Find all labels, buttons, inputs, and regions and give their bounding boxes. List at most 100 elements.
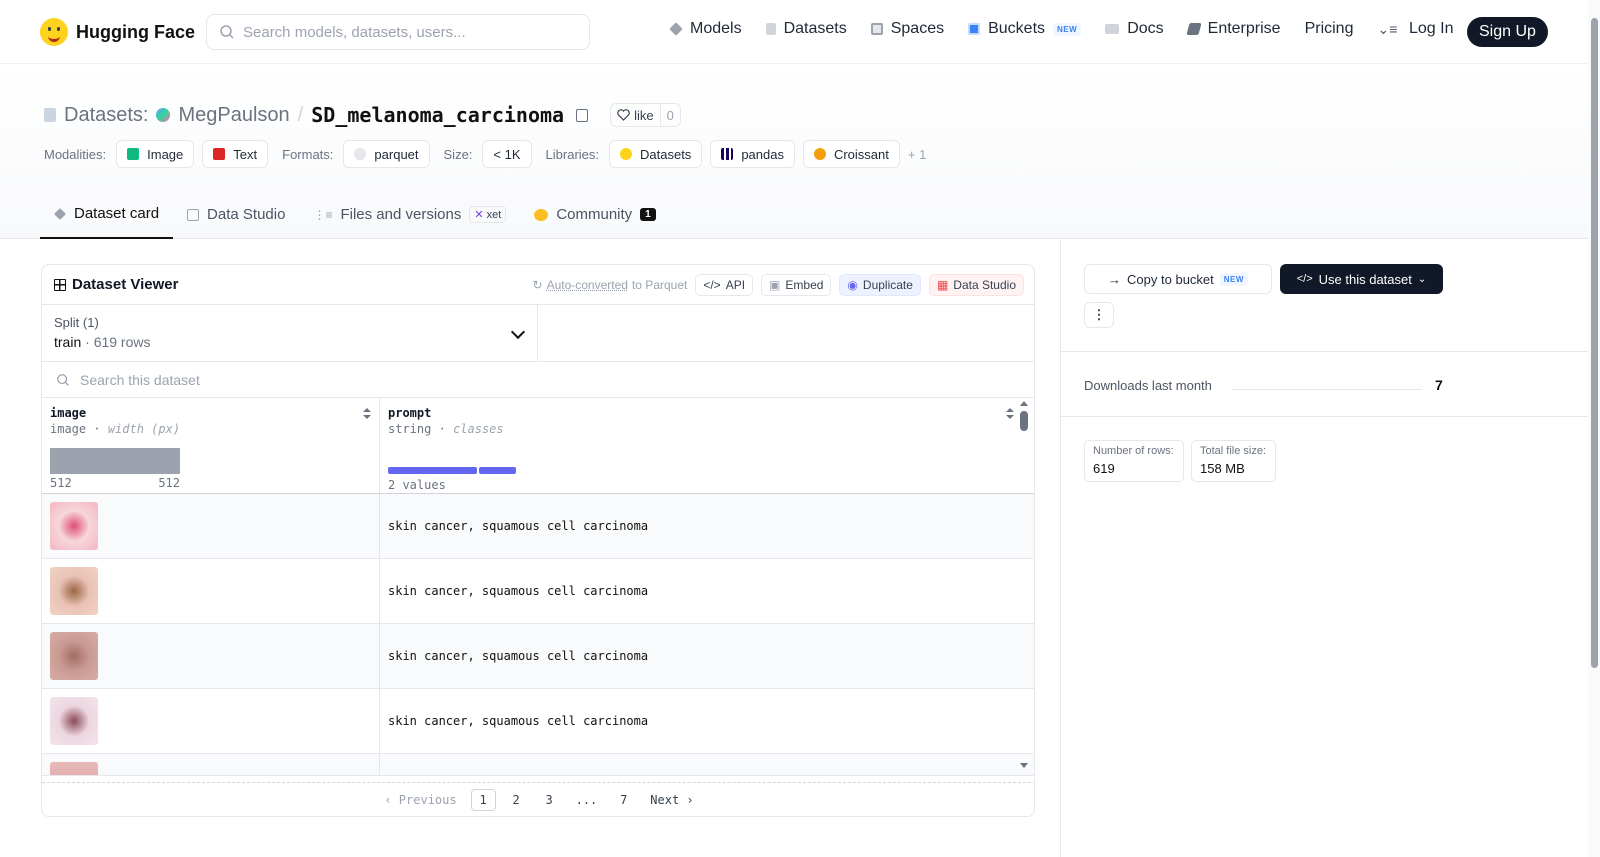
tab-community[interactable]: Community 1 [520,190,669,239]
dataset-search [42,362,1034,398]
copy-icon[interactable] [576,108,589,122]
class-distribution-bars [388,467,516,474]
like-label: like [634,107,654,123]
nav-buckets-link[interactable]: Buckets NEW [968,20,1082,38]
nav-models-link[interactable]: Models [669,20,742,38]
column-header-prompt[interactable]: prompt string · classes 2 values [380,398,1022,493]
tab-files-and-versions[interactable]: ⋮≡ Files and versions ✕ xet [299,190,520,239]
skin-lesion-thumbnail[interactable] [50,502,98,550]
login-link[interactable]: Log In [1409,20,1453,38]
prompt-cell[interactable] [380,754,1022,775]
prompt-cell[interactable]: skin cancer, squamous cell carcinoma [380,559,1022,623]
more-options-button[interactable]: ⋮ [1084,302,1114,328]
home-logo-link[interactable]: Hugging Face [40,18,195,46]
sort-icon[interactable] [1006,408,1014,420]
code-icon: </> [1296,273,1313,285]
prompt-cell[interactable]: skin cancer, squamous cell carcinoma [380,689,1022,753]
skin-lesion-thumbnail[interactable] [50,762,98,775]
scroll-up-arrow-icon[interactable] [1020,401,1028,406]
width-histogram-bar[interactable] [50,448,180,474]
skin-lesion-thumbnail[interactable] [50,697,98,745]
cube-icon [54,207,66,220]
skin-lesion-thumbnail[interactable] [50,632,98,680]
nav-spaces-label: Spaces [890,20,945,37]
table-row[interactable] [42,754,1034,776]
signup-button[interactable]: Sign Up [1467,17,1548,47]
duplicate-button[interactable]: ◉ Duplicate [839,273,921,296]
page-7-button[interactable]: 7 [611,789,636,811]
viewer-title: Dataset Viewer [54,276,178,293]
nav-enterprise-label: Enterprise [1207,20,1281,37]
previous-page-button[interactable]: ‹ Previous [378,789,462,811]
global-search-input[interactable] [243,23,573,41]
page-scrollbar-thumb[interactable] [1591,18,1598,668]
like-button[interactable]: like [611,104,661,126]
tag-library-croissant[interactable]: Croissant [802,140,900,168]
table-row[interactable]: skin cancer, squamous cell carcinoma [42,624,1034,689]
prompt-cell[interactable]: skin cancer, squamous cell carcinoma [380,494,1022,558]
image-cell[interactable] [42,624,380,688]
dataset-name-link[interactable]: SD_melanoma_carcinoma [311,103,564,127]
tag-format-parquet[interactable]: parquet [343,140,430,168]
owner-link[interactable]: MegPaulson [178,104,289,127]
skin-lesion-thumbnail[interactable] [50,567,98,615]
sort-icon[interactable] [363,408,371,420]
class-bar-2[interactable] [479,467,516,474]
prompt-text: skin cancer, squamous cell carcinoma [388,714,649,728]
table-icon [187,208,200,221]
tag-size[interactable]: < 1K [482,140,532,168]
search-icon [220,25,234,39]
table-row[interactable]: skin cancer, squamous cell carcinoma [42,494,1034,559]
table-row[interactable]: skin cancer, squamous cell carcinoma [42,689,1034,754]
tag-modality-text[interactable]: Text [202,140,269,168]
api-button[interactable]: </> API [695,273,754,296]
nav-enterprise-link[interactable]: Enterprise [1186,20,1281,38]
nav-spaces-link[interactable]: Spaces [870,20,945,38]
dataset-search-input[interactable] [80,371,480,388]
more-libraries-link[interactable]: + 1 [908,147,926,162]
path-separator: / [297,103,304,126]
hugging-face-logo-icon [40,18,68,46]
histogram-range: 512 512 [50,476,180,490]
next-page-button[interactable]: Next › [644,789,699,811]
image-cell[interactable] [42,559,380,623]
like-count[interactable]: 0 [661,108,680,123]
tag-library-pandas[interactable]: pandas [710,140,795,168]
data-studio-icon: ▦ [936,277,949,292]
image-cell[interactable] [42,689,380,753]
table-body: skin cancer, squamous cell carcinoma skin… [42,494,1034,776]
tag-library-datasets[interactable]: Datasets [609,140,703,168]
tab-data-studio[interactable]: Data Studio [173,190,299,239]
new-badge: NEW [1053,22,1082,36]
use-this-dataset-button[interactable]: </> Use this dataset ⌄ [1280,264,1443,294]
sidebar-separator [1061,416,1588,417]
tab-dataset-card[interactable]: Dataset card [40,190,174,239]
prompt-cell[interactable]: skin cancer, squamous cell carcinoma [380,624,1022,688]
libraries-label: Libraries: [545,146,599,162]
image-cell[interactable] [42,494,380,558]
datasets-link[interactable]: Datasets: [64,104,148,127]
class-bar-1[interactable] [388,467,477,474]
menu-icon[interactable]: ⌄≡ [1377,21,1397,38]
nav-datasets-link[interactable]: Datasets [765,20,847,38]
page-2-button[interactable]: 2 [504,789,529,811]
copy-to-bucket-button[interactable]: → Copy to bucket NEW [1084,264,1272,294]
tag-label: < 1K [493,146,521,162]
page-1-button[interactable]: 1 [470,788,496,811]
nav-docs-link[interactable]: Docs [1105,20,1164,38]
page-3-button[interactable]: 3 [537,789,562,811]
scroll-down-arrow-icon[interactable] [1020,763,1028,768]
api-label: API [725,277,746,292]
split-selector[interactable]: Split (1) train · 619 rows [42,305,538,361]
tag-modality-image[interactable]: Image [116,140,195,168]
column-header-image[interactable]: image image · width (px) 512 512 [42,398,380,493]
auto-converted-link[interactable]: Auto-converted [547,278,628,292]
book-icon [1105,24,1120,34]
image-cell[interactable] [42,754,380,775]
embed-button[interactable]: ▣ Embed [761,273,832,296]
nav-pricing-link[interactable]: Pricing [1305,20,1354,38]
table-scrollbar-thumb[interactable] [1020,411,1028,431]
data-studio-button[interactable]: ▦ Data Studio [928,273,1024,296]
dataset-viewer: Dataset Viewer ↻ Auto-converted to Parqu… [41,264,1035,817]
table-row[interactable]: skin cancer, squamous cell carcinoma [42,559,1034,624]
